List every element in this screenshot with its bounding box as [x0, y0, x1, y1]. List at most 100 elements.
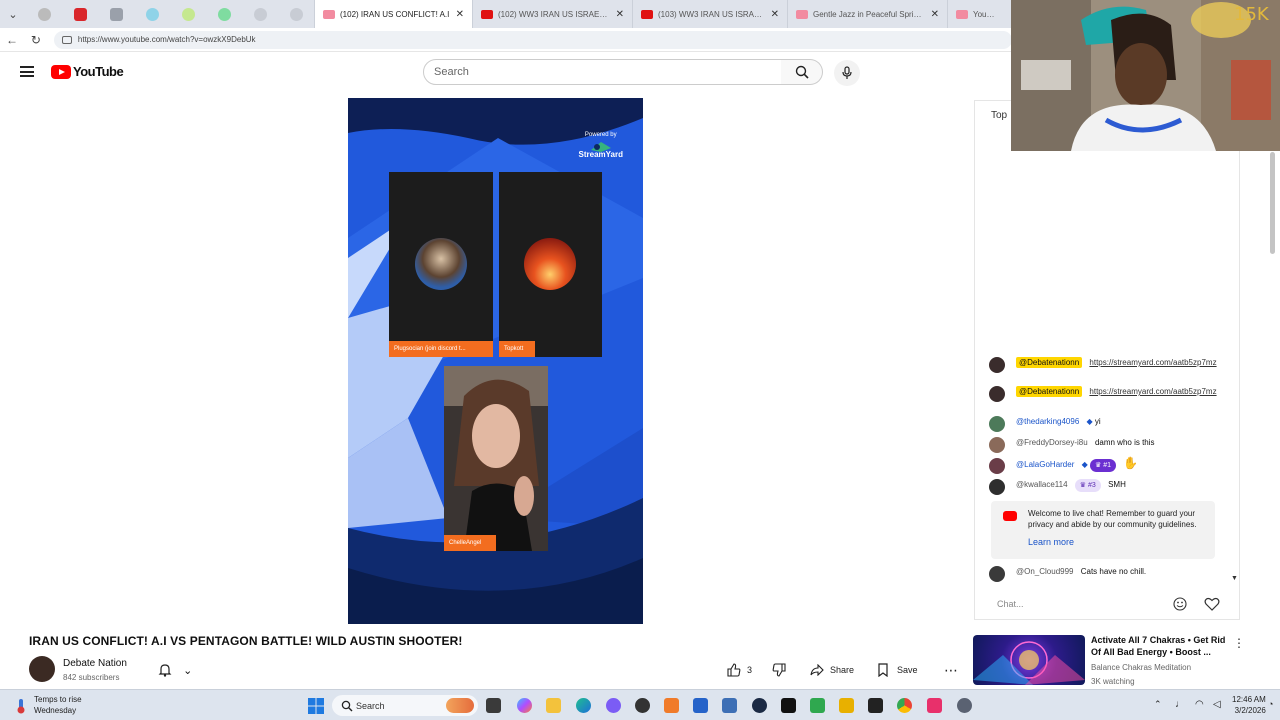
more-actions-icon[interactable]: ⋯: [944, 658, 958, 682]
chat-link[interactable]: https://streamyard.com/aatb5zp7mz: [1089, 387, 1216, 396]
chat-mode-selector[interactable]: Top: [991, 110, 1007, 121]
share-label: Share: [830, 665, 855, 675]
youtube-logo[interactable]: YouTube: [51, 64, 124, 79]
browser-tab-active[interactable]: (102) IRAN US CONFLICT! A.I ✕: [314, 0, 472, 28]
tab-title: (102) WW3 IRAN US ISRAEL | The: [498, 9, 610, 19]
close-tab-icon[interactable]: ✕: [616, 9, 624, 20]
file-explorer-icon[interactable]: [546, 698, 561, 713]
logo-text: YouTube: [73, 64, 124, 79]
video-player[interactable]: Powered by StreamYard Plugsocian (join d…: [348, 98, 643, 624]
tiktok-live-icon[interactable]: [927, 698, 942, 713]
youtube-favicon-icon: [956, 9, 968, 19]
search-input[interactable]: Search: [423, 59, 782, 85]
recommended-video-title[interactable]: Activate All 7 Chakras • Get Rid Of All …: [1091, 634, 1231, 658]
back-arrow-icon[interactable]: ←: [0, 33, 24, 47]
windows-start-icon[interactable]: [308, 698, 324, 714]
taskbar-clock[interactable]: 12:46 AM 3/2/2026: [1232, 694, 1266, 716]
pinned-tab[interactable]: [170, 0, 206, 28]
tab-search-chevron-icon[interactable]: ⌄: [0, 8, 26, 21]
tray-chevron-up-icon[interactable]: ⌃: [1154, 699, 1162, 710]
participant-tile: Plugsocian (join discord t...: [389, 172, 493, 357]
learn-more-link[interactable]: Learn more: [1028, 537, 1074, 547]
settings-gear-icon[interactable]: [957, 698, 972, 713]
chat-link[interactable]: https://streamyard.com/aatb5zp7mz: [1089, 358, 1216, 367]
notification-bell-button[interactable]: ⌄: [152, 658, 198, 682]
heart-icon[interactable]: [1204, 597, 1220, 611]
recommended-channel-name[interactable]: Balance Chakras Meditation: [1091, 663, 1191, 672]
copilot-icon[interactable]: [517, 698, 532, 713]
chat-message: @Debatenationn https://streamyard.com/aa…: [989, 357, 1219, 373]
scroll-down-icon[interactable]: ▼: [1231, 575, 1238, 582]
recommended-video-thumbnail[interactable]: [973, 635, 1085, 685]
task-view-icon[interactable]: [486, 698, 501, 713]
pinned-tab[interactable]: [206, 0, 242, 28]
discord-icon[interactable]: [606, 698, 621, 713]
participant-avatar: [415, 238, 467, 290]
chat-author[interactable]: @On_Cloud999: [1016, 567, 1074, 576]
pinned-tab[interactable]: [278, 0, 314, 28]
chat-author[interactable]: @FreddyDorsey-i8u: [1016, 438, 1088, 447]
pinned-tab[interactable]: [242, 0, 278, 28]
share-icon: [810, 664, 824, 676]
tiktok-icon[interactable]: [781, 698, 796, 713]
voice-search-button[interactable]: [834, 60, 860, 86]
app-icon[interactable]: [722, 698, 737, 713]
close-tab-icon[interactable]: ✕: [771, 9, 779, 20]
chat-author[interactable]: @kwallace114: [1016, 480, 1068, 489]
pinned-tab[interactable]: [134, 0, 170, 28]
menu-icon[interactable]: [20, 66, 34, 77]
chat-author[interactable]: @Debatenationn: [1016, 386, 1083, 397]
volume-icon[interactable]: ◁: [1213, 699, 1221, 710]
channel-name[interactable]: Debate Nation: [63, 658, 127, 669]
rockstar-icon[interactable]: [839, 698, 854, 713]
pinned-tab[interactable]: [62, 0, 98, 28]
browser-tab[interactable]: (103) WW3 IRAN US ISRAEL | The ✕: [632, 0, 787, 28]
like-button[interactable]: 3: [727, 658, 752, 682]
browser-tab[interactable]: YouTube: [947, 0, 1007, 28]
chat-input[interactable]: Chat...: [987, 593, 1167, 615]
scrollbar-thumb[interactable]: [1270, 152, 1275, 254]
search-highlight-icon[interactable]: [446, 698, 474, 713]
more-options-icon[interactable]: ⋮: [1233, 636, 1245, 650]
weather-thermometer-icon[interactable]: [12, 697, 30, 715]
close-tab-icon[interactable]: ✕: [931, 9, 939, 20]
xbox-icon[interactable]: [810, 698, 825, 713]
store-icon[interactable]: [693, 698, 708, 713]
participant-name: Topkott: [499, 341, 535, 357]
chrome-icon[interactable]: [897, 698, 912, 713]
reload-icon[interactable]: ↻: [24, 33, 48, 47]
chat-avatar: [989, 566, 1005, 582]
pinned-tab[interactable]: [26, 0, 62, 28]
microphone-icon: [842, 66, 852, 79]
weather-widget[interactable]: Temps to rise Wednesday: [34, 694, 82, 716]
save-button[interactable]: Save: [877, 658, 918, 682]
app-icon[interactable]: [868, 698, 883, 713]
chat-author[interactable]: @thedarking4096: [1016, 417, 1079, 426]
close-tab-icon[interactable]: ✕: [456, 9, 464, 20]
app-icon[interactable]: [664, 698, 679, 713]
search-button[interactable]: [781, 59, 823, 85]
url-field[interactable]: https://www.youtube.com/watch?v=owzkX9De…: [53, 30, 1012, 49]
share-button[interactable]: Share: [810, 658, 854, 682]
emoji-icon[interactable]: [1173, 597, 1187, 611]
site-info-icon[interactable]: [61, 35, 72, 44]
chat-author[interactable]: @Debatenationn: [1016, 357, 1083, 368]
streamyard-watermark: Powered by StreamYard: [579, 132, 623, 159]
channel-avatar[interactable]: [29, 656, 55, 682]
windows-taskbar: Temps to rise Wednesday Search ⌃ ♩ ◠ ◁ 1…: [0, 689, 1280, 720]
browser-tab[interactable]: (102) WW3 IRAN US ISRAEL | The ✕: [472, 0, 632, 28]
thumbs-up-icon: [727, 663, 741, 677]
weather-line-1: Temps to rise: [34, 695, 82, 704]
welcome-text: Welcome to live chat! Remember to guard …: [1028, 509, 1197, 529]
browser-tab[interactable]: Gentle Jazz in Peaceful Spring for ✕: [787, 0, 947, 28]
pinned-tab[interactable]: [98, 0, 134, 28]
edge-browser-icon[interactable]: [576, 698, 591, 713]
dislike-button[interactable]: [772, 658, 786, 682]
steam-icon[interactable]: [752, 698, 767, 713]
microphone-icon[interactable]: ♩: [1175, 699, 1185, 710]
notification-bell-icon[interactable]: ◔: [1268, 699, 1273, 709]
obs-icon[interactable]: [635, 698, 650, 713]
chat-author[interactable]: @LalaGoHarder: [1016, 460, 1074, 469]
wifi-icon[interactable]: ◠: [1195, 699, 1204, 710]
chat-avatar: [989, 386, 1005, 402]
